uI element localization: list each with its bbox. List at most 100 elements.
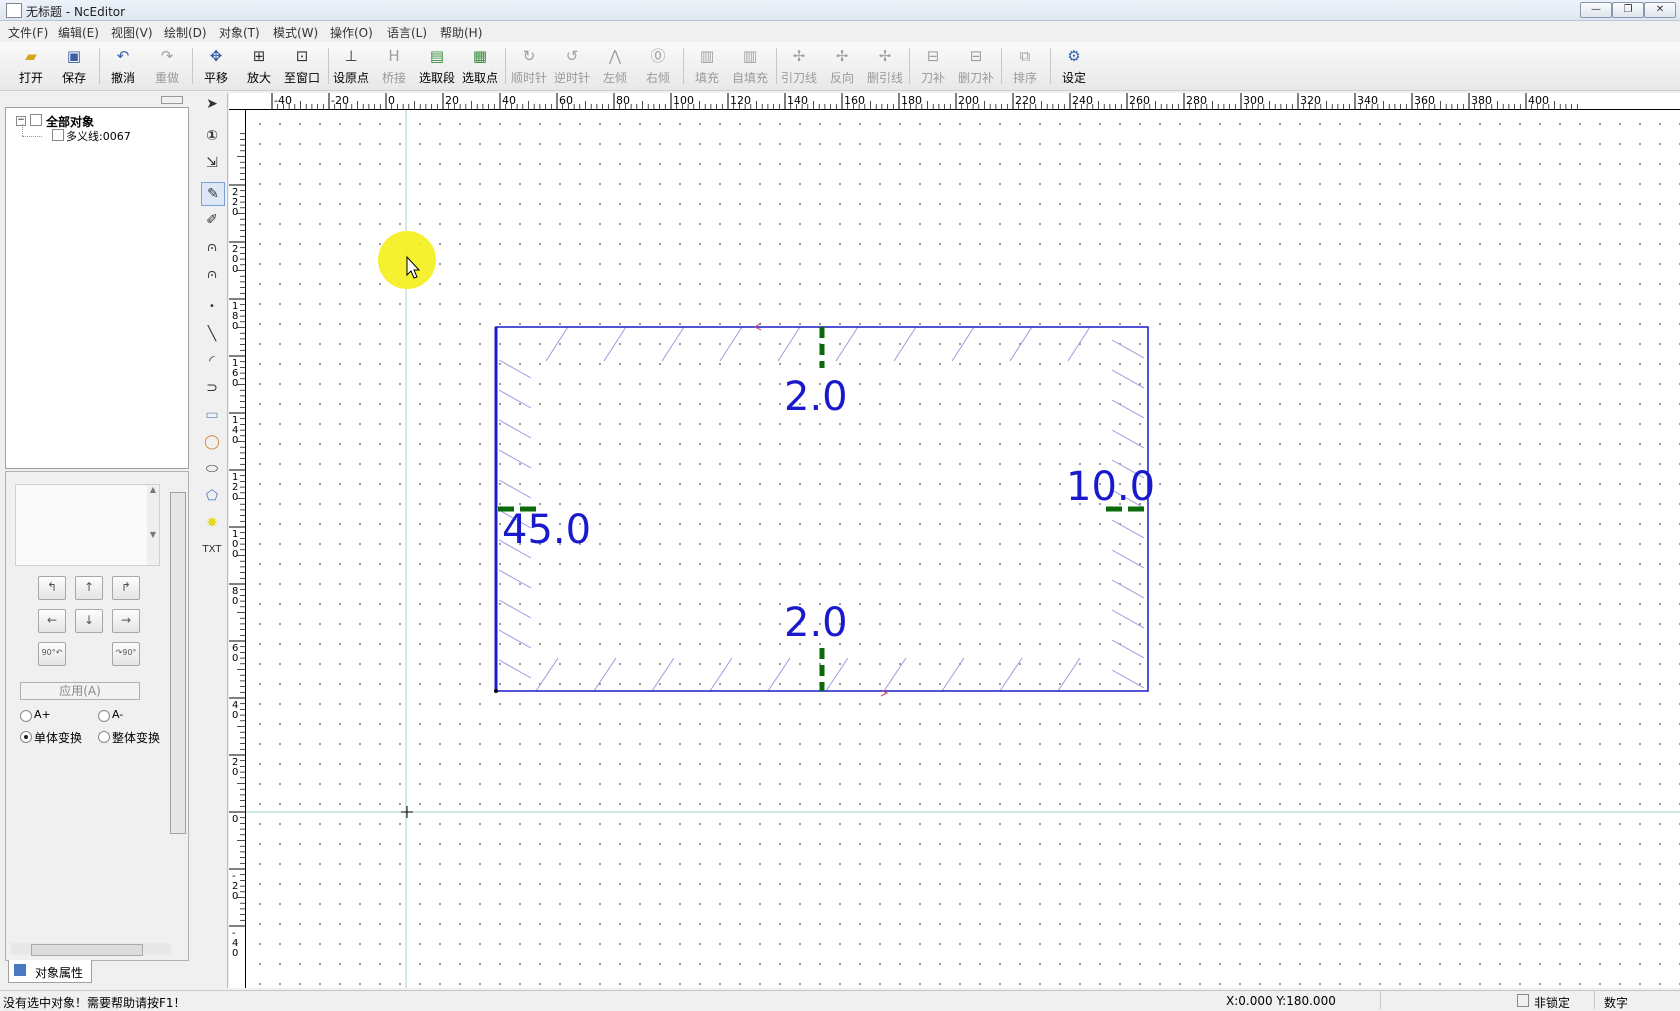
tree-child-checkbox[interactable] <box>52 129 64 141</box>
ruler-label: 360 <box>1414 94 1435 107</box>
tree-child-label[interactable]: 多义线:0067 <box>66 128 131 144</box>
select-point-button[interactable]: ▦ 选取点 <box>459 45 501 87</box>
save-button[interactable]: ▣ 保存 <box>53 45 95 87</box>
arc-tool[interactable]: ◜ <box>201 350 223 372</box>
lead-line-button[interactable]: ✢ 引刀线 <box>778 45 820 87</box>
ruler-label: 0 <box>232 948 238 959</box>
ellipse-tool[interactable]: ⬭ <box>201 458 223 480</box>
tree-collapse-toggle[interactable]: − <box>16 116 26 126</box>
ruler-label: 320 <box>1300 94 1321 107</box>
pen-select-tool[interactable]: ✎ <box>201 182 225 206</box>
panel-splitter[interactable] <box>161 96 183 104</box>
close-button[interactable]: ✕ <box>1644 2 1676 18</box>
ruler-label: 400 <box>1528 94 1549 107</box>
line-tool[interactable]: ╲ <box>201 323 223 345</box>
point-tool[interactable]: • <box>201 296 223 318</box>
sort-button[interactable]: ⧉ 排序 <box>1004 45 1046 87</box>
ruler-label: 0 <box>388 94 395 107</box>
undo-icon: ↶ <box>116 47 130 65</box>
radio-whole-transform[interactable] <box>98 731 110 743</box>
ruler-label: 0 <box>232 891 238 902</box>
menu-object[interactable]: 对象(T) <box>219 24 260 41</box>
menu-edit[interactable]: 编辑(E) <box>58 24 99 41</box>
ruler-label: 120 <box>730 94 751 107</box>
move-up-right-button[interactable]: ↱ <box>112 576 140 600</box>
rotate-ccw-90-button[interactable]: 90°↶ <box>38 642 66 666</box>
ruler-label: 0 <box>232 207 238 218</box>
menu-view[interactable]: 视图(V) <box>111 24 153 41</box>
lean-left-icon: ⋀ <box>608 47 622 65</box>
menu-draw[interactable]: 绘制(D) <box>164 24 207 41</box>
lean-left-button[interactable]: ⋀ 左倾 <box>594 45 636 87</box>
move-right-button[interactable]: → <box>112 609 140 633</box>
panel-vertical-scrollbar[interactable] <box>170 492 186 834</box>
move-down-button[interactable]: ↓ <box>75 609 103 633</box>
drawing-canvas[interactable]: 2.0 2.0 45.0 10.0 <box>246 110 1680 988</box>
rotate-cw-90-button[interactable]: ↷90° <box>112 642 140 666</box>
counterclockwise-button[interactable]: ↺ 逆时针 <box>551 45 593 87</box>
radio-a-minus[interactable] <box>98 710 110 722</box>
settings-button[interactable]: ⚙ 设定 <box>1053 45 1095 87</box>
radio-single-transform[interactable] <box>20 731 32 743</box>
menu-language[interactable]: 语言(L) <box>387 24 427 41</box>
object-properties-tab[interactable]: 对象属性 <box>8 960 92 983</box>
move-up-button[interactable]: ↑ <box>75 576 103 600</box>
pan-button[interactable]: ✥ 平移 <box>195 45 237 87</box>
fit-window-button[interactable]: ⊡ 至窗口 <box>281 45 323 87</box>
number-one-tool[interactable]: ① <box>201 125 223 147</box>
apply-button[interactable]: 应用(A) <box>20 682 140 700</box>
ruler-label: 180 <box>901 94 922 107</box>
magnet-tool[interactable]: ⩀ <box>201 236 223 258</box>
move-up-left-button[interactable]: ↰ <box>38 576 66 600</box>
magnet-edit-tool[interactable]: ⩀ <box>201 263 223 285</box>
tree-root-checkbox[interactable] <box>30 114 42 126</box>
bridge-button[interactable]: H 桥接 <box>373 45 415 87</box>
tool-comp-button[interactable]: ⊟ 刀补 <box>912 45 954 87</box>
undo-button[interactable]: ↶ 撤消 <box>102 45 144 87</box>
open-folder-icon: ▰ <box>25 47 37 65</box>
bridge-icon: H <box>388 47 400 65</box>
menu-file[interactable]: 文件(F) <box>8 24 48 41</box>
zoom-in-icon: ⊞ <box>252 47 266 65</box>
clockwise-button[interactable]: ↻ 顺时针 <box>508 45 550 87</box>
auto-fill-button[interactable]: ▥ 自填充 <box>729 45 771 87</box>
select-segment-button[interactable]: ▤ 选取段 <box>416 45 458 87</box>
menu-help[interactable]: 帮助(H) <box>440 24 482 41</box>
reverse-button[interactable]: ✢ 反向 <box>821 45 863 87</box>
set-origin-button[interactable]: ⊥ 设原点 <box>330 45 372 87</box>
minimize-button[interactable]: — <box>1580 2 1612 18</box>
text-tool[interactable]: TXT <box>201 539 223 561</box>
lean-right-icon: ⓪ <box>650 47 666 65</box>
polyline-tool[interactable]: ⊃ <box>201 377 223 399</box>
redo-button[interactable]: ↷ 重做 <box>146 45 188 87</box>
radio-a-plus-label: A+ <box>34 708 51 721</box>
pencil-tool[interactable]: ✐ <box>201 209 223 231</box>
dimension-left: 45.0 <box>502 507 592 553</box>
select-arrow-tool[interactable]: ➤ <box>201 93 223 115</box>
menu-mode[interactable]: 模式(W) <box>273 24 318 41</box>
node-edit-tool[interactable]: ⇲ <box>201 152 223 174</box>
fill-button[interactable]: ▥ 填充 <box>686 45 728 87</box>
move-left-button[interactable]: ← <box>38 609 66 633</box>
star-tool[interactable]: ✸ <box>201 512 223 534</box>
polygon-tool[interactable]: ⬠ <box>201 485 223 507</box>
window-title: 无标题 - NcEditor <box>26 5 126 19</box>
open-button[interactable]: ▰ 打开 <box>10 45 52 87</box>
delete-lead-button[interactable]: ✢ 删引线 <box>864 45 906 87</box>
panel-horizontal-scrollbar[interactable] <box>11 943 171 956</box>
clockwise-icon: ↻ <box>522 47 536 65</box>
fit-window-icon: ⊡ <box>295 47 309 65</box>
panel-header <box>5 94 189 104</box>
lean-right-button[interactable]: ⓪ 右倾 <box>637 45 679 87</box>
ruler-label: 60 <box>559 94 573 107</box>
delete-comp-button[interactable]: ⊟ 删刀补 <box>955 45 997 87</box>
ruler-label: 0 <box>232 492 238 503</box>
menu-operation[interactable]: 操作(O) <box>330 24 373 41</box>
circle-tool[interactable]: ◯ <box>201 431 223 453</box>
property-list-scrollbar[interactable]: ▲ ▼ <box>147 485 159 565</box>
ruler-label: 240 <box>1072 94 1093 107</box>
zoom-in-button[interactable]: ⊞ 放大 <box>238 45 280 87</box>
rectangle-tool[interactable]: ▭ <box>201 404 223 426</box>
radio-a-plus[interactable] <box>20 710 32 722</box>
restore-button[interactable]: ❐ <box>1612 2 1644 18</box>
